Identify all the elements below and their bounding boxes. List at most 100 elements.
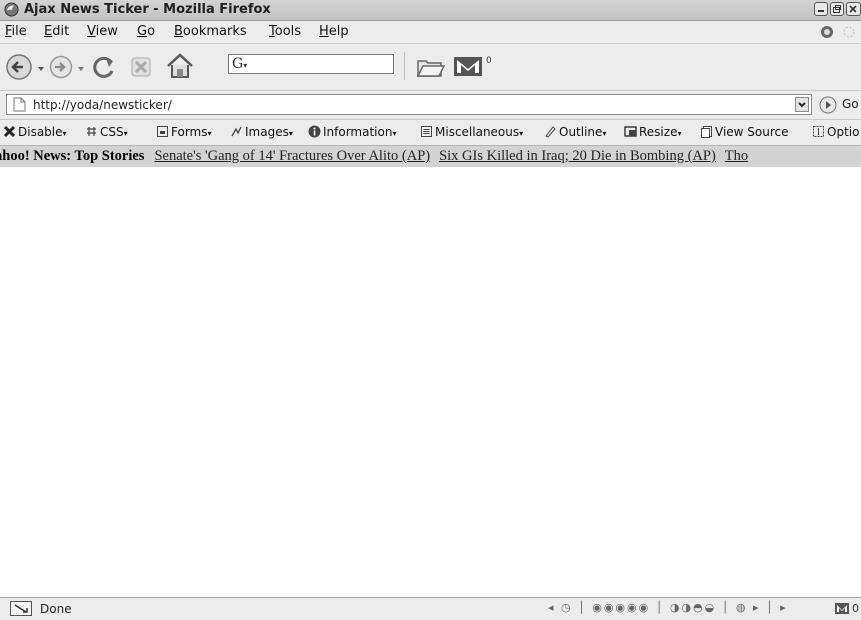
forward-dropdown-icon[interactable] [77,66,85,72]
dropdown-arrow-icon: ▾ [602,129,607,138]
stop-icon [131,57,151,77]
address-toolbar: http://yoda/newsticker/ Go [0,91,861,120]
forward-arrow-icon [49,55,73,79]
menu-edit[interactable]: Edit [44,24,69,39]
outline-icon [545,126,556,138]
css-menu[interactable]: CSS▾ [85,125,128,139]
home-icon [167,53,193,78]
information-menu[interactable]: Information▾ [308,125,396,139]
back-arrow-icon [6,54,32,80]
menu-bar: File Edit View Go Bookmarks Tools Help [0,21,861,44]
resize-label: Resize [639,125,678,139]
toolbar-separator [404,52,405,80]
images-icon [231,126,242,137]
css-icon [87,127,96,136]
disable-icon [3,125,16,138]
connection-status-icon [10,601,32,616]
web-developer-toolbar: Disable▾ CSS▾ Forms▾ Images▾ Information… [0,120,861,146]
go-button[interactable] [818,95,838,118]
chevron-down-icon [798,102,806,108]
outline-menu[interactable]: Outline▾ [544,125,606,139]
options-label: Optio [827,125,860,139]
back-dropdown-icon[interactable] [37,66,45,72]
forms-icon [157,126,168,137]
folder-icon [416,60,446,77]
url-history-dropdown[interactable] [795,97,809,112]
close-icon [849,5,857,13]
reload-icon [93,56,114,78]
resize-icon [624,126,637,137]
forward-button[interactable] [48,54,74,83]
menu-view[interactable]: View [87,24,118,39]
images-menu[interactable]: Images▾ [230,125,293,139]
reload-button[interactable] [89,52,119,85]
ticker-headline-link[interactable]: Tho [725,148,748,164]
ticker-source-title: ahoo! News: Top Stories [0,148,145,164]
miscellaneous-menu[interactable]: Miscellaneous▾ [420,125,523,139]
throbber-icon [821,26,833,38]
go-label[interactable]: Go [842,97,859,111]
minimize-button[interactable] [814,2,828,16]
home-button[interactable] [164,51,196,84]
menu-tools[interactable]: Tools [269,24,301,39]
search-input[interactable]: G▾ [228,54,394,74]
menu-bookmarks[interactable]: Bookmarks [174,24,247,39]
title-bar: Ajax News Ticker - Mozilla Firefox [0,0,861,21]
options-menu[interactable]: Optio [812,125,859,139]
minimize-icon [818,10,824,12]
mail-count: 0 [486,56,492,66]
status-mail-count: 0 [852,602,859,615]
information-icon [308,125,321,138]
options-icon [813,126,824,137]
firefox-icon [4,2,19,17]
loading-icon [843,26,855,38]
images-label: Images [245,125,289,139]
dropdown-arrow-icon: ▾ [288,129,293,138]
gmail-button[interactable] [452,54,486,81]
forms-menu[interactable]: Forms▾ [156,125,212,139]
go-arrow-icon [819,96,837,114]
menu-help[interactable]: Help [319,24,349,39]
ticker-track: ahoo! News: Top Stories Senate's 'Gang of… [0,148,757,165]
google-search-icon: G▾ [232,56,248,72]
url-text: http://yoda/newsticker/ [33,98,172,112]
ticker-headline-link[interactable]: Senate's 'Gang of 14' Fractures Over Ali… [154,148,430,164]
page-content: ahoo! News: Top Stories Senate's 'Gang of… [0,146,861,596]
page-icon [13,97,26,112]
news-ticker: ahoo! News: Top Stories Senate's 'Gang of… [0,146,861,167]
information-label: Information [323,125,393,139]
ticker-headline-link[interactable]: Six GIs Killed in Iraq; 20 Die in Bombin… [439,148,716,164]
disable-label: Disable [18,125,63,139]
miscellaneous-icon [421,126,432,137]
navigation-toolbar: G▾ 0 [0,44,861,91]
open-folder-button[interactable] [415,52,446,83]
miscellaneous-label: Miscellaneous [435,125,520,139]
disable-menu[interactable]: Disable▾ [3,125,67,139]
dropdown-arrow-icon: ▾ [519,129,524,138]
dropdown-arrow-icon: ▾ [62,129,67,138]
forms-label: Forms [171,125,208,139]
dropdown-arrow-icon: ▾ [677,129,682,138]
mail-status-icon[interactable] [834,602,850,615]
menu-file[interactable]: File [5,24,27,39]
resize-menu[interactable]: Resize▾ [624,125,681,139]
stop-button[interactable] [127,53,155,84]
status-bar: Done ◂ ◷ │ ◉◉◉◉◉ │ ◑◑◓◒ │ ◍ ▸ │ ▸ 0 [0,597,861,620]
view-source-menu[interactable]: View Source [700,125,789,139]
restore-icon [833,5,841,13]
close-button[interactable] [846,2,861,16]
dropdown-arrow-icon: ▾ [123,129,128,138]
css-label: CSS [100,125,124,139]
menu-go[interactable]: Go [137,24,155,39]
mail-icon [454,57,482,76]
view-source-label: View Source [715,125,789,139]
status-text: Done [40,602,72,616]
outline-label: Outline [559,125,603,139]
address-field[interactable]: http://yoda/newsticker/ [6,94,812,115]
window-title: Ajax News Ticker - Mozilla Firefox [24,2,271,17]
back-button[interactable] [4,52,34,85]
maximize-button[interactable] [830,2,844,16]
media-controls[interactable]: ◂ ◷ │ ◉◉◉◉◉ │ ◑◑◓◒ │ ◍ ▸ │ ▸ [548,601,788,617]
dropdown-arrow-icon: ▾ [392,129,397,138]
dropdown-arrow-icon: ▾ [207,129,212,138]
